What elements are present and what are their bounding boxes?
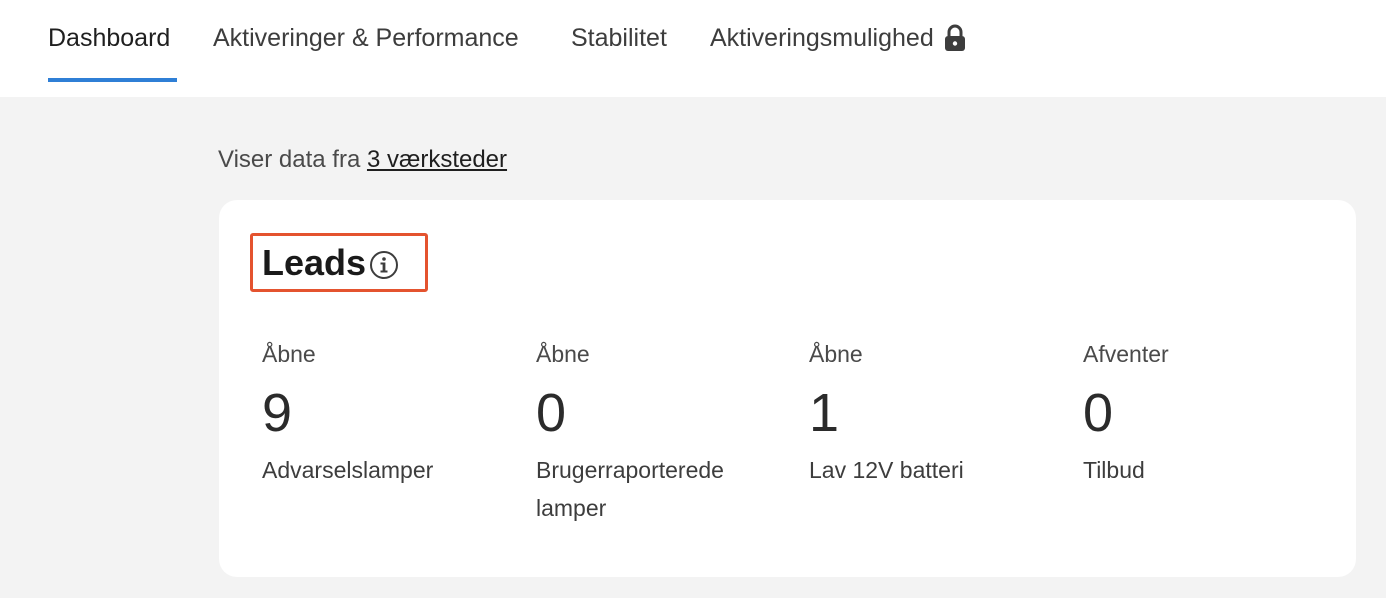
data-source-text: Viser data fra 3 værksteder	[218, 146, 507, 174]
stat-label: Advarselslamper	[262, 457, 434, 483]
stat-label: Tilbud	[1083, 457, 1145, 483]
stat-tilbud: Afventer 0 Tilbud	[1083, 341, 1343, 489]
tab-dashboard[interactable]: Dashboard	[48, 24, 177, 82]
stat-value: 0	[536, 383, 567, 443]
stat-advarselslamper: Åbne 9 Advarselslamper	[262, 341, 522, 489]
workshops-link[interactable]: 3 værksteder	[367, 146, 507, 173]
tab-dashboard-label: Dashboard	[48, 24, 171, 52]
stat-label: Brugerraporterede lamper	[536, 457, 724, 521]
stat-status: Åbne	[809, 341, 863, 367]
top-navigation: Dashboard Aktiveringer & Performance Sta…	[0, 0, 1386, 97]
stat-brugerraporterede-lamper: Åbne 0 Brugerraporterede lamper	[536, 341, 796, 527]
stat-value: 1	[809, 383, 840, 443]
tab-aktiveringsmulighed[interactable]: Aktiveringsmulighed	[710, 24, 966, 82]
data-source-prefix: Viser data fra	[218, 146, 367, 173]
stat-lav-12v-batteri: Åbne 1 Lav 12V batteri	[809, 341, 1069, 489]
stat-status: Afventer	[1083, 341, 1169, 367]
stat-status: Åbne	[536, 341, 590, 367]
tab-aktiveringer-performance-label: Aktiveringer & Performance	[213, 24, 519, 52]
stat-value: 9	[262, 383, 293, 443]
lock-icon	[944, 24, 966, 59]
stat-status: Åbne	[262, 341, 316, 367]
stat-label: Lav 12V batteri	[809, 457, 964, 483]
leads-title: Leads	[262, 242, 367, 283]
tab-stabilitet-label: Stabilitet	[571, 24, 667, 52]
tab-aktiveringer-performance[interactable]: Aktiveringer & Performance	[213, 24, 519, 82]
stat-value: 0	[1083, 383, 1114, 443]
tab-aktiveringsmulighed-label: Aktiveringsmulighed	[710, 24, 934, 52]
leads-card: Leads Åbne 9 Advarselslamper Åbne 0 Brug…	[219, 200, 1356, 577]
info-icon[interactable]	[369, 250, 399, 285]
tab-stabilitet[interactable]: Stabilitet	[571, 24, 667, 82]
